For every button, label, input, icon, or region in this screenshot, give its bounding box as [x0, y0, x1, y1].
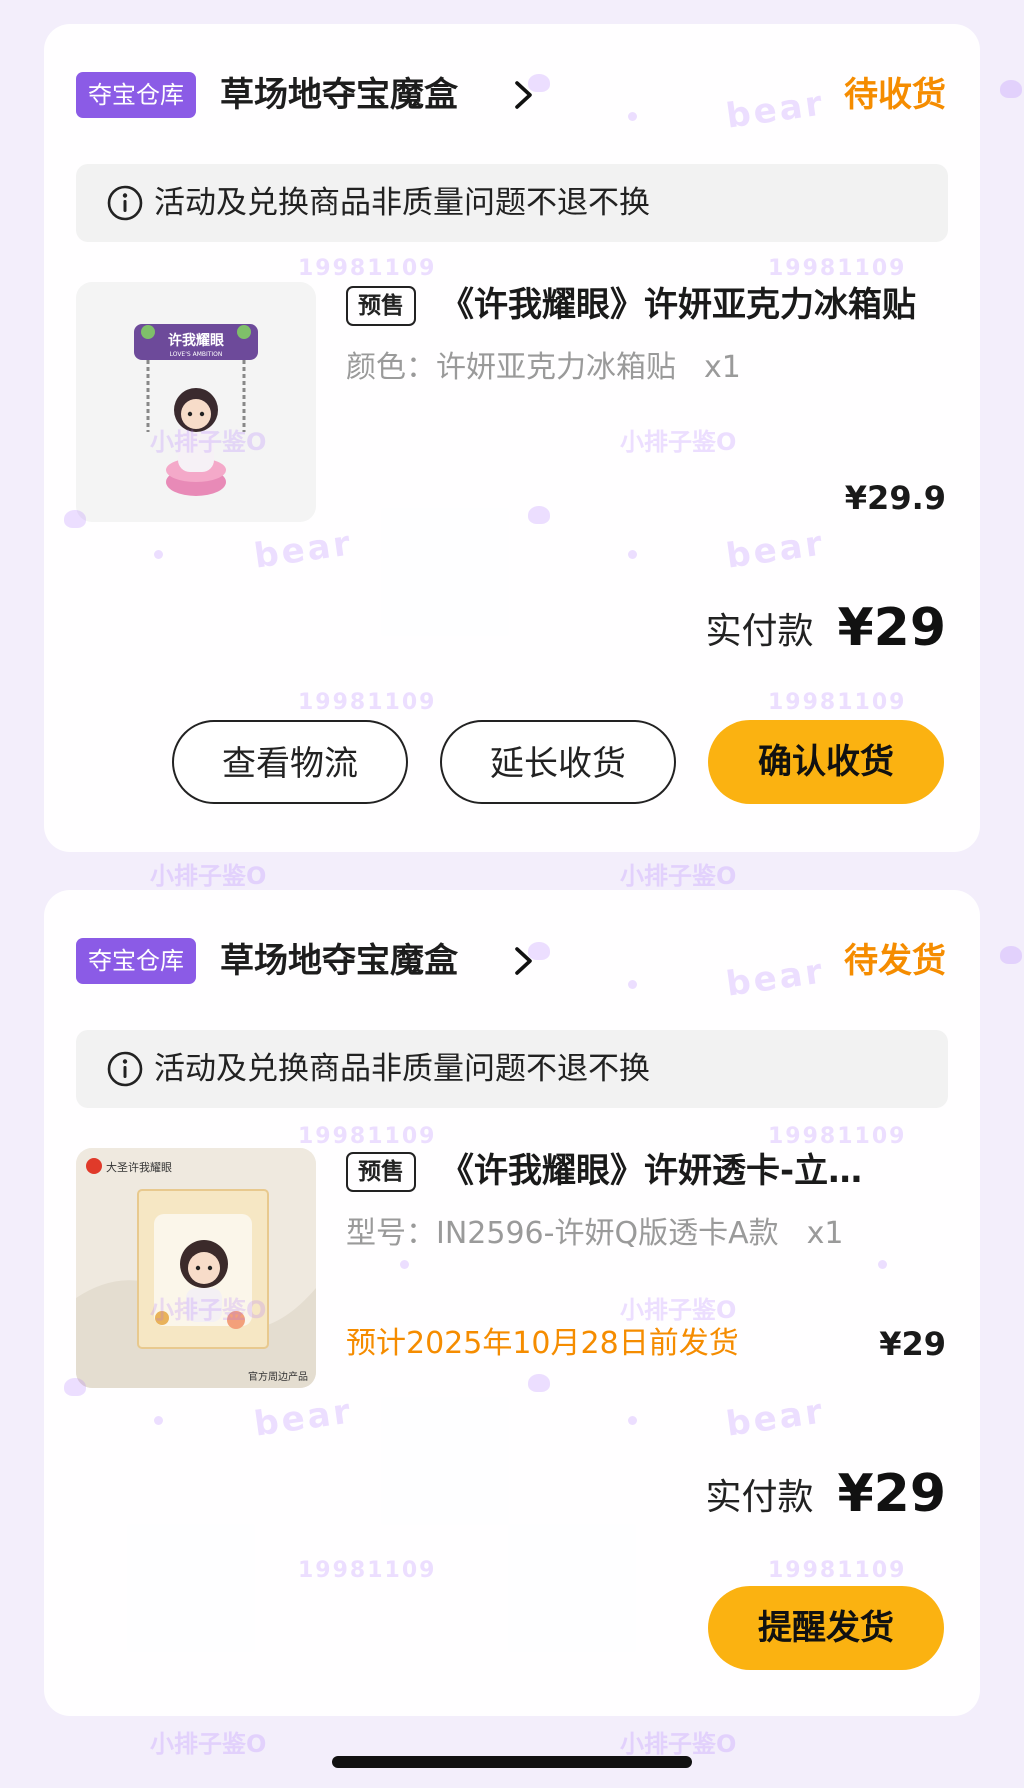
store-name-link[interactable]: 草场地夺宝魔盒	[220, 934, 458, 988]
return-notice: 活动及兑换商品非质量问题不退不换	[76, 1030, 948, 1108]
spec-value: 许妍亚克力冰箱贴	[436, 350, 676, 385]
presale-badge: 预售	[346, 1152, 416, 1192]
thumb-footer: 官方周边产品	[248, 1370, 308, 1383]
shipping-eta: 预计2025年10月28日前发货	[346, 1326, 739, 1361]
chevron-right-icon[interactable]	[504, 76, 542, 114]
notice-text: 活动及兑换商品非质量问题不退不换	[154, 1051, 650, 1087]
product-thumbnail[interactable]: 许我耀眼 LOVE'S AMBITION	[76, 282, 316, 522]
paid-row: 实付款 ¥29	[705, 598, 946, 668]
watermark-text: 小排子鉴O	[620, 1730, 737, 1758]
watermark-text: 小排子鉴O	[620, 862, 737, 890]
info-icon	[107, 1051, 143, 1087]
presale-badge: 预售	[346, 286, 416, 326]
unit-price: ¥29.9	[844, 479, 946, 517]
spec-label: 型号：	[346, 1216, 436, 1251]
extend-receipt-button[interactable]: 延长收货	[440, 720, 676, 804]
chevron-right-icon[interactable]	[504, 942, 542, 980]
order-status: 待收货	[844, 75, 946, 115]
paid-row: 实付款 ¥29	[705, 1464, 946, 1534]
order-card-1[interactable]: 夺宝仓库 草场地夺宝魔盒 待收货 活动及兑换商品非质量问题不退不换 许我耀眼 L…	[44, 24, 980, 852]
remind-shipping-button[interactable]: 提醒发货	[708, 1586, 944, 1670]
thumb-banner-sub: LOVE'S AMBITION	[170, 351, 223, 358]
watermark-text: 小排子鉴O	[150, 1730, 267, 1758]
order-card-2[interactable]: 夺宝仓库 草场地夺宝魔盒 待发货 活动及兑换商品非质量问题不退不换 大圣 许我耀…	[44, 890, 980, 1716]
product-spec: 颜色：许妍亚克力冰箱贴 x1	[346, 346, 741, 390]
quantity: x1	[806, 1216, 844, 1251]
paid-label: 实付款	[705, 611, 814, 652]
thumb-title: 许我耀眼	[128, 1161, 172, 1174]
return-notice: 活动及兑换商品非质量问题不退不换	[76, 164, 948, 242]
order-status: 待发货	[844, 941, 946, 981]
paid-label: 实付款	[705, 1477, 814, 1518]
transparent-card-image: 大圣 许我耀眼 官方周边产品	[76, 1148, 316, 1388]
paid-amount: ¥29	[837, 1464, 946, 1524]
thumb-brand: 大圣	[106, 1160, 128, 1174]
fridge-magnet-image: 许我耀眼 LOVE'S AMBITION	[134, 324, 258, 496]
product-spec: 型号：IN2596-许妍Q版透卡A款 x1	[346, 1212, 843, 1256]
product-title[interactable]: 《许我耀眼》许妍亚克力冰箱贴	[440, 280, 940, 330]
store-tag: 夺宝仓库	[76, 938, 196, 984]
info-icon	[107, 185, 143, 221]
watermark-text: 小排子鉴O	[150, 862, 267, 890]
paid-amount: ¥29	[837, 598, 946, 658]
confirm-receipt-button[interactable]: 确认收货	[708, 720, 944, 804]
unit-price: ¥29	[879, 1325, 946, 1363]
watermark-heart	[1000, 80, 1022, 98]
home-indicator[interactable]	[332, 1756, 692, 1768]
store-name-link[interactable]: 草场地夺宝魔盒	[220, 68, 458, 122]
thumb-banner-text: 许我耀眼	[168, 332, 224, 349]
spec-label: 颜色：	[346, 350, 436, 385]
quantity: x1	[704, 350, 741, 385]
notice-text: 活动及兑换商品非质量问题不退不换	[154, 185, 650, 221]
product-title[interactable]: 《许我耀眼》许妍透卡-立…	[440, 1146, 940, 1196]
spec-value: IN2596-许妍Q版透卡A款	[436, 1216, 779, 1251]
view-logistics-button[interactable]: 查看物流	[172, 720, 408, 804]
store-tag: 夺宝仓库	[76, 72, 196, 118]
watermark-heart	[1000, 946, 1022, 964]
product-thumbnail[interactable]: 大圣 许我耀眼 官方周边产品	[76, 1148, 316, 1388]
